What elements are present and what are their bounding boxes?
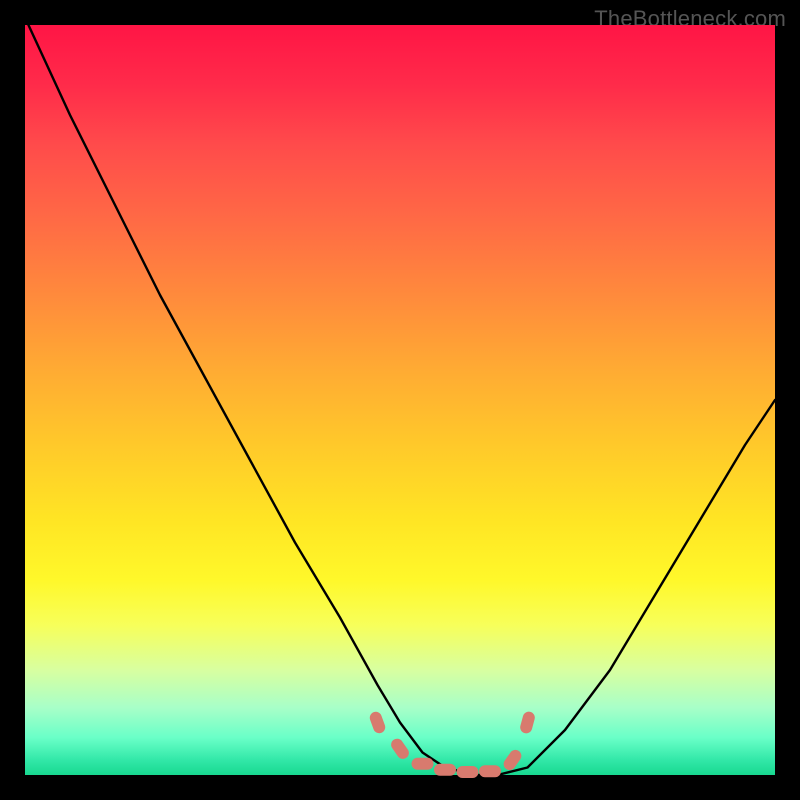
optimum-marker	[412, 758, 434, 770]
optimum-marker	[479, 765, 501, 777]
optimum-marker	[368, 710, 387, 735]
optimum-marker	[389, 736, 411, 761]
curve-layer	[25, 18, 775, 776]
bottleneck-curve-path	[25, 18, 775, 776]
chart-svg	[25, 25, 775, 775]
optimum-marker	[519, 710, 536, 734]
optimum-marker	[434, 764, 456, 776]
optimum-marker	[457, 766, 479, 778]
chart-container: TheBottleneck.com	[0, 0, 800, 800]
marker-layer	[368, 710, 536, 778]
plot-area	[25, 25, 775, 775]
